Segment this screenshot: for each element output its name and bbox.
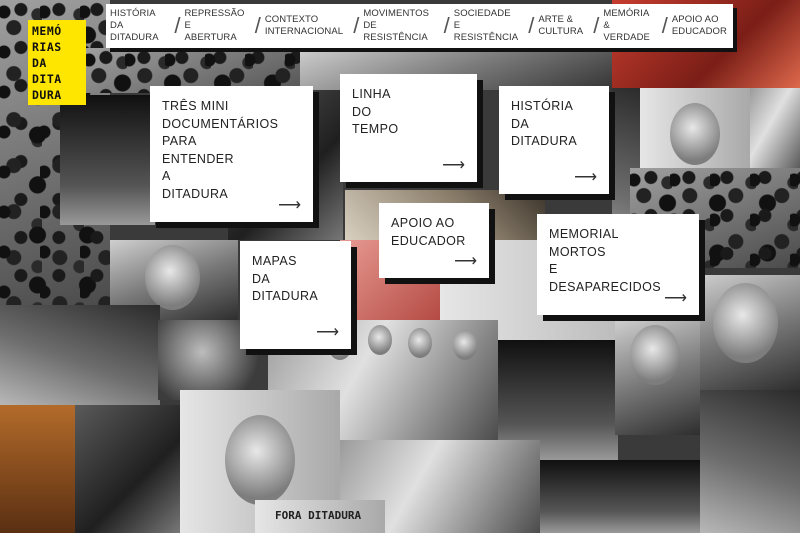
collage-stage: FORA DITADURA MEMÓ RIAS DA DITA DURA HIS… <box>0 0 800 533</box>
nav-item-memoria-e-verdade[interactable]: / MEMÓRIA & VERDADE <box>589 4 657 48</box>
photo-police-scene <box>0 305 160 405</box>
nav-label: HISTÓRIA DA DITADURA <box>110 8 159 43</box>
nav-divider: / <box>661 13 668 38</box>
nav-item-sociedade-e-resistencia[interactable]: / SOCIEDADE E RESISTÊNCIA <box>440 4 525 48</box>
card-title: MEMORIAL MORTOS E DESAPARECIDOS <box>549 227 661 294</box>
photo-right-lower <box>700 390 800 533</box>
logo-line: MEMÓ <box>32 23 62 38</box>
nav-item-apoio-ao-educador[interactable]: / APOIO AO EDUCADOR <box>658 4 733 48</box>
nav-label: MOVIMENTOS DE RESISTÊNCIA <box>363 8 430 43</box>
card-title: MAPAS DA DITADURA <box>252 254 319 303</box>
arrow-right-icon: ⟶ <box>664 290 687 307</box>
nav-item-contexto-internacional[interactable]: / CONTEXTO INTERNACIONAL <box>251 4 350 48</box>
logo-line: RIAS <box>32 39 62 54</box>
photo-protest-tower <box>60 95 155 225</box>
arrow-right-icon: ⟶ <box>454 253 477 270</box>
card-mapas-da-ditadura[interactable]: MAPAS DA DITADURA ⟶ <box>240 241 351 349</box>
nav-label: SOCIEDADE E RESISTÊNCIA <box>453 8 519 43</box>
arrow-right-icon: ⟶ <box>316 324 339 341</box>
card-title: LINHA DO TEMPO <box>352 87 399 136</box>
photo-astronaut <box>540 460 700 533</box>
card-apoio-ao-educador[interactable]: APOIO AO EDUCADOR ⟶ <box>379 203 489 278</box>
arrow-right-icon: ⟶ <box>278 197 301 214</box>
nav-divider: / <box>593 13 600 38</box>
logo-line: DURA <box>32 87 62 102</box>
photo-painting-bottom-left <box>0 405 75 533</box>
card-historia-da-ditadura[interactable]: HISTÓRIA DA DITADURA ⟶ <box>499 86 609 194</box>
nav-divider: / <box>174 13 181 38</box>
nav-item-historia-da-ditadura[interactable]: HISTÓRIA DA DITADURA <box>106 4 170 48</box>
nav-divider: / <box>528 13 535 38</box>
nav-item-arte-e-cultura[interactable]: / ARTE & CULTURA <box>524 4 589 48</box>
nav-divider: / <box>254 13 261 38</box>
nav-divider: / <box>353 13 360 38</box>
site-logo[interactable]: MEMÓ RIAS DA DITA DURA <box>28 20 86 105</box>
card-title: APOIO AO EDUCADOR <box>391 216 466 248</box>
photo-fora-ditadura-wall: FORA DITADURA <box>255 500 385 533</box>
nav-label: REPRESSÃO E ABERTURA <box>184 8 245 43</box>
card-title: HISTÓRIA DA DITADURA <box>511 99 578 148</box>
logo-line: DITA <box>32 71 62 86</box>
photo-right-edge <box>750 88 800 178</box>
arrow-right-icon: ⟶ <box>574 169 597 186</box>
card-title: TRÊS MINI DOCUMENTÁRIOS PARA ENTENDER A … <box>162 99 279 201</box>
nav-item-movimentos-de-resistencia[interactable]: / MOVIMENTOS DE RESISTÊNCIA <box>349 4 439 48</box>
card-linha-do-tempo[interactable]: LINHA DO TEMPO ⟶ <box>340 74 477 182</box>
nav-label: APOIO AO EDUCADOR <box>671 14 727 37</box>
photo-dark-bottom <box>75 405 180 533</box>
card-tres-mini-documentarios[interactable]: TRÊS MINI DOCUMENTÁRIOS PARA ENTENDER A … <box>150 86 313 222</box>
card-memorial-mortos-e-desaparecidos[interactable]: MEMORIAL MORTOS E DESAPARECIDOS ⟶ <box>537 214 699 315</box>
nav-item-repressao-e-abertura[interactable]: / REPRESSÃO E ABERTURA <box>170 4 250 48</box>
nav-label: MEMÓRIA & VERDADE <box>603 8 650 43</box>
photo-old-man <box>615 320 700 435</box>
fora-ditadura-graffiti: FORA DITADURA <box>275 509 362 522</box>
nav-label: CONTEXTO INTERNACIONAL <box>264 14 344 37</box>
logo-line: DA <box>32 55 47 70</box>
nav-divider: / <box>443 13 450 38</box>
arrow-right-icon: ⟶ <box>442 157 465 174</box>
photo-woman-headband <box>640 88 750 173</box>
nav-label: ARTE & CULTURA <box>538 14 584 37</box>
main-nav: HISTÓRIA DA DITADURA / REPRESSÃO E ABERTU… <box>106 4 733 48</box>
photo-man-mustache <box>695 275 800 390</box>
